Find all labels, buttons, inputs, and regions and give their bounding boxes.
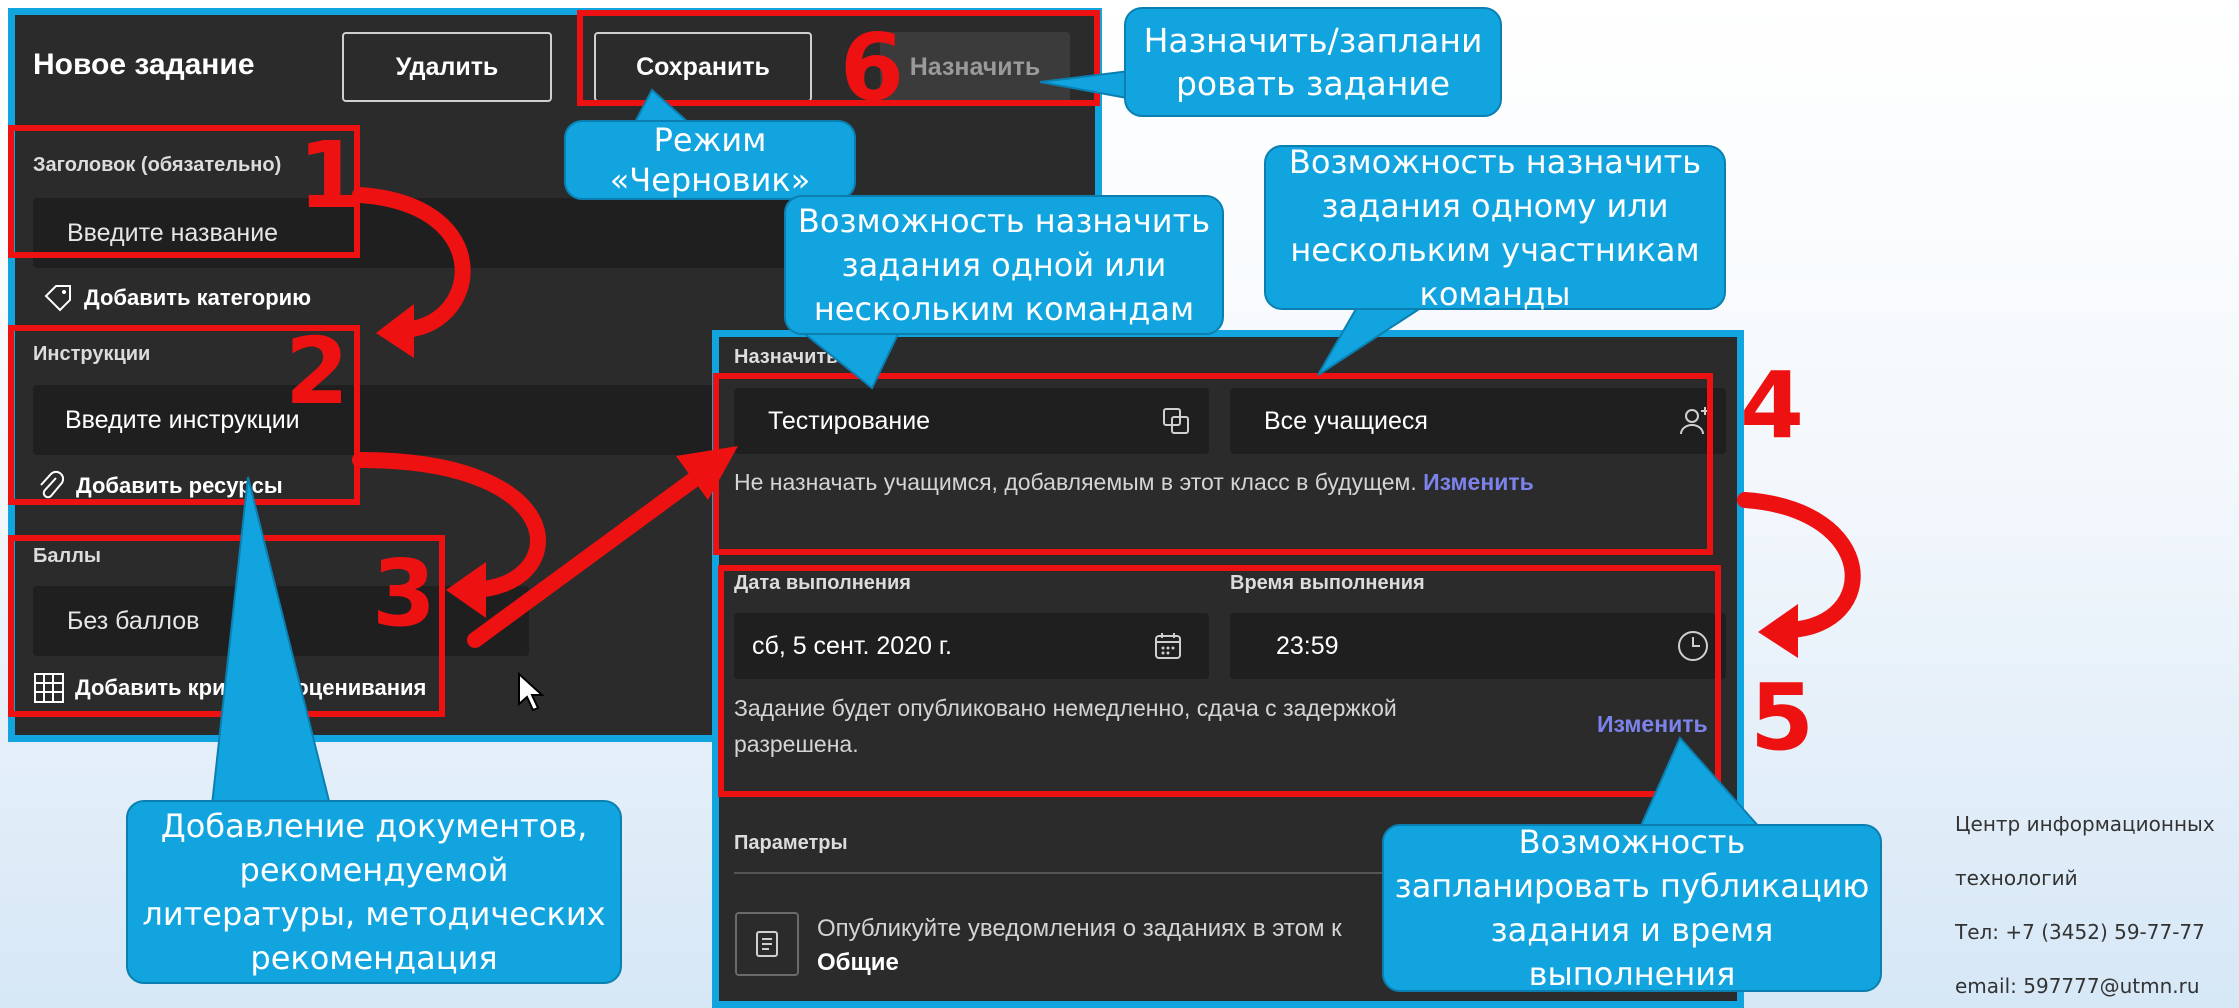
notification-text: Опубликуйте уведомления о заданиях в это… <box>817 912 1342 980</box>
instructions-placeholder: Введите инструкции <box>65 405 300 434</box>
notification-settings-button[interactable] <box>735 912 799 976</box>
callout-line: Добавление документов, <box>160 807 588 845</box>
callout-line: задания одному или <box>1321 186 1669 225</box>
contact-org-line-2: технологий <box>1955 866 2078 890</box>
page-title: Новое задание <box>33 48 255 81</box>
callout-line: Возможность <box>1518 823 1746 861</box>
instructions-label: Инструкции <box>33 343 151 365</box>
add-person-icon <box>1678 404 1712 438</box>
change-assignees-link[interactable]: Изменить <box>1423 469 1534 495</box>
due-date-input[interactable]: сб, 5 сент. 2020 г. <box>734 613 1209 679</box>
calendar-icon <box>1153 631 1183 661</box>
contact-org-line-1: Центр информационных <box>1955 812 2215 836</box>
callout-line: команды <box>1419 274 1571 313</box>
callout-line: выполнения <box>1528 955 1736 993</box>
contact-email: email: 597777@utmn.ru <box>1955 974 2200 998</box>
callout-line: «Черновик» <box>609 161 811 199</box>
callout-line: запланировать публикацию <box>1394 867 1870 905</box>
due-date-value: сб, 5 сент. 2020 г. <box>752 631 952 660</box>
callout-draft-mode: Режим «Черновик» <box>564 120 856 200</box>
change-schedule-link[interactable]: Изменить <box>1597 706 1708 742</box>
step-number-3: 3 <box>372 540 437 647</box>
publish-note-line-1: Задание будет опубликовано немедленно, с… <box>734 695 1397 721</box>
assign-section-label: Назначить <box>734 346 839 368</box>
contact-phone: Тел: +7 (3452) 59-77-77 <box>1955 920 2205 944</box>
add-category-link[interactable]: Добавить категорию <box>42 282 311 314</box>
callout-line: задания и время <box>1490 911 1774 949</box>
team-select[interactable]: Тестирование <box>734 388 1209 454</box>
notification-channel: Общие <box>817 949 899 976</box>
params-label: Параметры <box>734 832 848 854</box>
future-note-text: Не назначать учащимся, добавляемым в это… <box>734 469 1417 495</box>
add-rubric-link[interactable]: Добавить критерии оценивания <box>33 672 426 704</box>
add-resources-link[interactable]: Добавить ресурсы <box>36 470 283 502</box>
due-time-label: Время выполнения <box>1230 572 1425 594</box>
due-time-input[interactable]: 23:59 <box>1230 613 1726 679</box>
title-field-label: Заголовок (обязательно) <box>33 154 282 176</box>
callout-line: Возможность назначить <box>797 202 1211 240</box>
callout-line: Режим <box>653 121 767 159</box>
step-number-6: 6 <box>840 14 905 121</box>
grid-icon <box>33 672 65 704</box>
paperclip-icon <box>36 470 66 502</box>
copy-icon <box>1161 406 1191 436</box>
mouse-cursor-icon <box>517 671 545 716</box>
clock-icon <box>1676 629 1710 663</box>
add-rubric-label: Добавить критерии оценивания <box>75 675 427 700</box>
callout-line: Возможность назначить <box>1288 142 1702 181</box>
future-students-note: Не назначать учащимся, добавляемым в это… <box>734 464 1534 500</box>
callout-schedule-publish: Возможность запланировать публикацию задан… <box>1382 823 1882 993</box>
title-placeholder: Введите название <box>67 218 279 247</box>
due-date-label: Дата выполнения <box>734 572 911 594</box>
callout-assign-schedule: Назначить/заплани ровать задание <box>1124 7 1502 117</box>
callout-line: рекомендуемой <box>239 851 509 889</box>
team-value: Тестирование <box>768 406 931 435</box>
save-button[interactable]: Сохранить <box>594 32 812 102</box>
step-number-5: 5 <box>1750 664 1815 771</box>
notification-line: Опубликуйте уведомления о заданиях в это… <box>817 915 1342 942</box>
callout-line: нескольким участникам <box>1290 230 1700 269</box>
callout-line: Назначить/заплани <box>1143 21 1483 60</box>
callout-line: ровать задание <box>1175 64 1451 103</box>
students-select[interactable]: Все учащиеся <box>1230 388 1726 454</box>
add-category-label: Добавить категорию <box>84 285 311 310</box>
assign-button[interactable]: Назначить <box>880 32 1070 102</box>
callout-assign-teams: Возможность назначить задания одной или не… <box>784 195 1224 335</box>
delete-button[interactable]: Удалить <box>342 32 552 102</box>
callout-line: нескольким командам <box>813 290 1195 328</box>
step-number-1: 1 <box>298 122 363 229</box>
publish-note: Задание будет опубликовано немедленно, с… <box>734 690 1397 762</box>
post-icon <box>752 929 782 959</box>
add-resources-label: Добавить ресурсы <box>76 473 283 498</box>
points-label: Баллы <box>33 545 101 567</box>
points-value: Без баллов <box>67 606 200 635</box>
publish-note-line-2: разрешена. <box>734 731 859 757</box>
callout-line: литературы, методических <box>142 895 606 933</box>
callout-line: задания одной или <box>841 246 1167 284</box>
students-value: Все учащиеся <box>1264 406 1428 435</box>
callout-documents: Добавление документов, рекомендуемой литер… <box>126 800 622 984</box>
instructions-input[interactable]: Введите инструкции <box>33 385 713 455</box>
points-input[interactable]: Без баллов <box>33 586 529 656</box>
due-time-value: 23:59 <box>1276 631 1339 660</box>
tag-icon <box>42 282 74 314</box>
callout-assign-members: Возможность назначить задания одному или н… <box>1264 143 1726 313</box>
step-number-4: 4 <box>1740 352 1805 459</box>
callout-line: рекомендация <box>250 939 498 977</box>
step-number-2: 2 <box>285 318 350 425</box>
